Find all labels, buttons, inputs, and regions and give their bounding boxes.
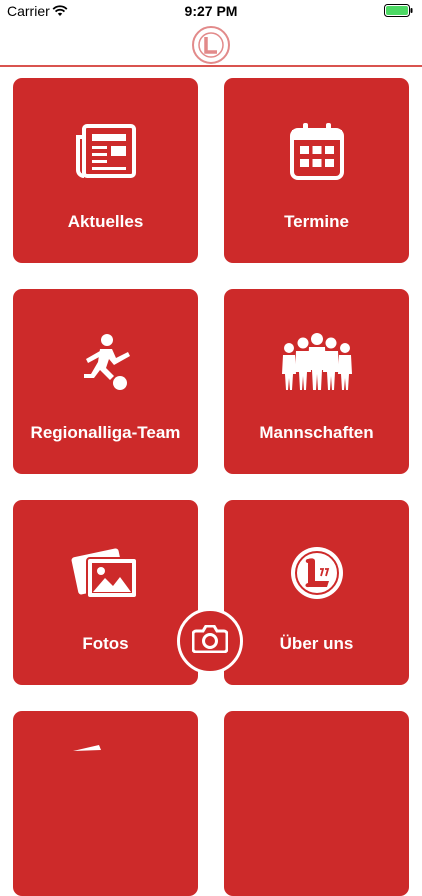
newspaper-icon xyxy=(13,116,198,186)
tile-label: Über uns xyxy=(279,634,354,653)
tile-termine[interactable]: Termine xyxy=(224,78,409,263)
tile-mannschaften[interactable]: Mannschaften xyxy=(224,289,409,474)
tile-partial-right[interactable] xyxy=(224,711,409,896)
camera-button[interactable] xyxy=(177,608,243,674)
partial-icon xyxy=(71,741,111,766)
status-time: 9:27 PM xyxy=(184,3,238,19)
tile-ueber-uns[interactable]: Über uns xyxy=(224,500,409,685)
tile-label: Regionalliga-Team xyxy=(30,423,181,442)
tile-label: Mannschaften xyxy=(259,423,374,442)
football-player-icon xyxy=(13,327,198,397)
club-logo-icon xyxy=(224,538,409,608)
tile-label: Termine xyxy=(284,212,349,231)
calendar-icon xyxy=(224,116,409,186)
nav-bar xyxy=(0,22,422,67)
tile-regionalliga-team[interactable]: Regionalliga-Team xyxy=(13,289,198,474)
battery-icon xyxy=(384,4,414,20)
camera-icon xyxy=(191,624,229,658)
club-logo-icon[interactable] xyxy=(191,25,231,70)
photos-icon xyxy=(13,538,198,608)
tile-label: Fotos xyxy=(82,634,129,653)
tile-fotos[interactable]: Fotos xyxy=(13,500,198,685)
tile-aktuelles[interactable]: Aktuelles xyxy=(13,78,198,263)
status-bar: Carrier 9:27 PM xyxy=(0,0,422,22)
tile-label: Aktuelles xyxy=(67,212,144,231)
team-icon xyxy=(224,327,409,397)
tile-partial-left[interactable] xyxy=(13,711,198,896)
